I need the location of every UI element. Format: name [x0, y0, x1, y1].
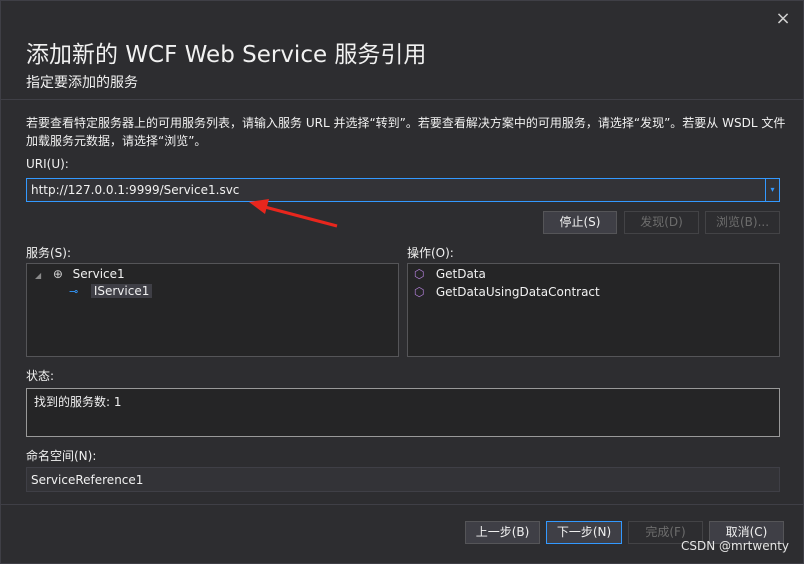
status-text: 找到的服务数: 1 — [34, 395, 122, 409]
instructions-text: 若要查看特定服务器上的可用服务列表，请输入服务 URL 并选择“转到”。若要查看… — [26, 116, 786, 148]
list-item-getdatausingdatacontract[interactable]: ⬡ GetDataUsingDataContract — [414, 284, 600, 301]
expand-arrow-icon[interactable]: ◢ — [35, 267, 49, 284]
interface-icon: ⊸ — [69, 285, 79, 298]
uri-input[interactable] — [27, 179, 765, 201]
tree-node-label: Service1 — [72, 267, 125, 281]
namespace-field[interactable] — [26, 467, 780, 492]
watermark: CSDN @mrtwenty — [681, 539, 789, 553]
annotation-arrow-icon — [249, 199, 338, 228]
browse-button[interactable]: 浏览(B)... — [705, 211, 780, 234]
operations-list[interactable]: ⬡ GetData ⬡ GetDataUsingDataContract — [407, 263, 780, 357]
add-service-reference-dialog: × 添加新的 WCF Web Service 服务引用 指定要添加的服务 若要查… — [0, 0, 804, 564]
operation-label: GetData — [435, 267, 486, 281]
close-icon[interactable]: × — [773, 9, 793, 29]
chevron-down-icon[interactable]: ▾ — [765, 179, 779, 201]
services-label: 服务(S): — [26, 246, 72, 260]
dialog-subtitle: 指定要添加的服务 — [26, 75, 138, 91]
namespace-input[interactable] — [27, 468, 779, 491]
tree-node-iservice1[interactable]: ⊸ IService1 — [69, 283, 153, 300]
tree-node-service1[interactable]: ◢ ⊕ Service1 — [35, 266, 125, 283]
service-globe-icon: ⊕ — [52, 267, 63, 281]
uri-combobox[interactable]: ▾ — [26, 178, 780, 202]
dialog-title: 添加新的 WCF Web Service 服务引用 — [26, 42, 427, 68]
operation-label: GetDataUsingDataContract — [435, 285, 600, 299]
previous-button[interactable]: 上一步(B) — [465, 521, 540, 544]
services-tree[interactable]: ◢ ⊕ Service1 ⊸ IService1 — [26, 263, 399, 357]
next-button[interactable]: 下一步(N) — [546, 521, 622, 544]
status-label: 状态: — [26, 369, 55, 383]
status-box: 找到的服务数: 1 — [26, 388, 780, 437]
uri-label: URI(U): — [26, 157, 69, 171]
method-cube-icon: ⬡ — [414, 267, 425, 281]
discover-button[interactable]: 发现(D) — [624, 211, 699, 234]
stop-button[interactable]: 停止(S) — [543, 211, 617, 234]
method-cube-icon: ⬡ — [414, 285, 425, 299]
header-divider — [1, 99, 803, 100]
namespace-label: 命名空间(N): — [26, 449, 97, 463]
dialog-footer: 上一步(B) 下一步(N) 完成(F) 取消(C) CSDN @mrtwenty — [1, 505, 803, 563]
tree-node-label-selected: IService1 — [90, 284, 153, 298]
list-item-getdata[interactable]: ⬡ GetData — [414, 266, 486, 283]
operations-label: 操作(O): — [407, 246, 454, 260]
